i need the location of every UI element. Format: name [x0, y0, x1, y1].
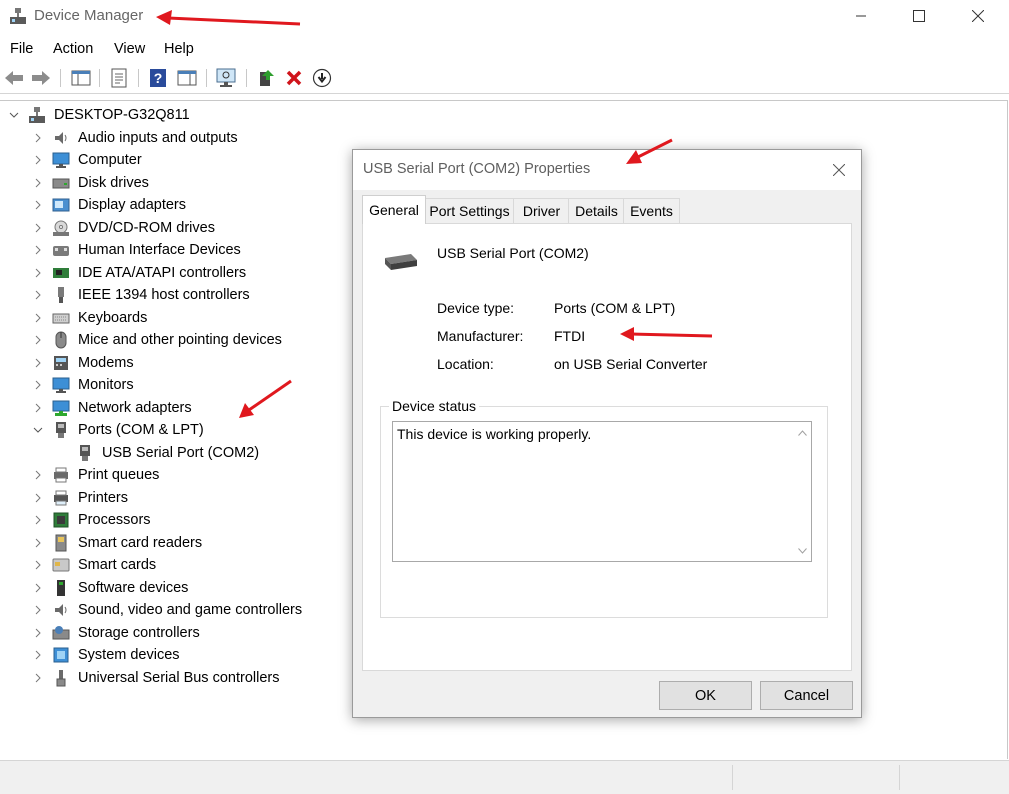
annotation-arrow-title: [156, 10, 301, 26]
annotation-arrow-dialog: [626, 138, 673, 164]
tab-general[interactable]: General: [362, 195, 426, 224]
annotation-arrow-ports: [239, 379, 292, 418]
annotation-arrows: [156, 10, 713, 418]
annotation-arrow-manufacturer: [620, 327, 713, 341]
